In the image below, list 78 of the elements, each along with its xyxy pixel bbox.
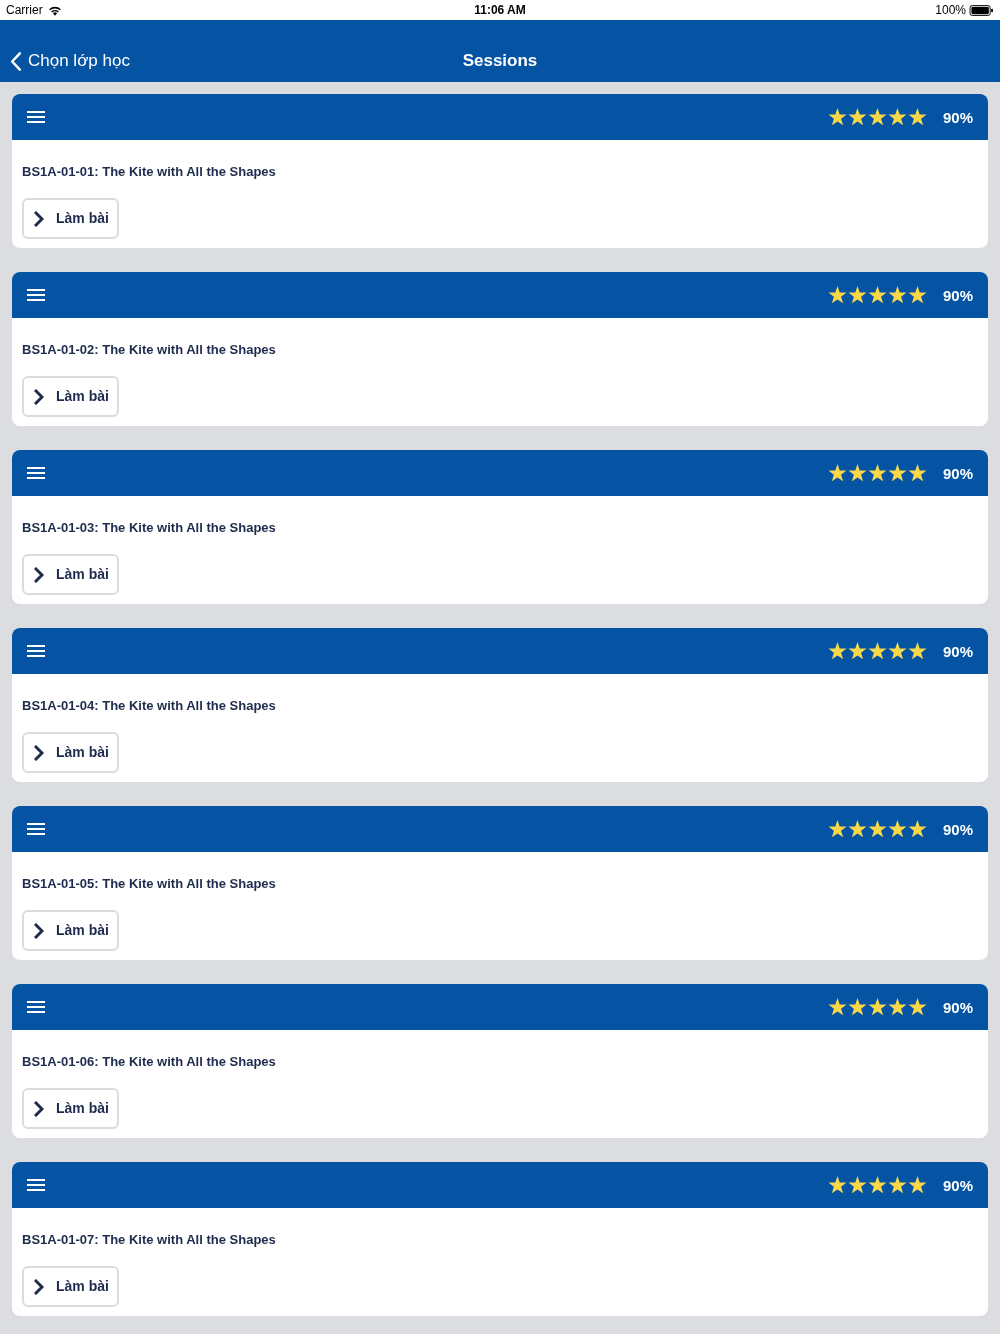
- session-title: BS1A-01-02: The Kite with All the Shapes: [22, 342, 276, 358]
- start-exercise-button[interactable]: Làm bài: [22, 1266, 119, 1307]
- menu-icon[interactable]: [27, 645, 45, 657]
- star-icon: [887, 464, 907, 482]
- star-icon: [887, 642, 907, 660]
- star-icon: [887, 998, 907, 1016]
- session-title: BS1A-01-01: The Kite with All the Shapes: [22, 164, 276, 180]
- session-title: BS1A-01-06: The Kite with All the Shapes: [22, 1054, 276, 1070]
- page-title: Sessions: [462, 51, 538, 71]
- session-title: BS1A-01-03: The Kite with All the Shapes: [22, 520, 276, 536]
- star-icon: [827, 286, 847, 304]
- start-exercise-button[interactable]: Làm bài: [22, 910, 119, 951]
- start-exercise-button[interactable]: Làm bài: [22, 376, 119, 417]
- score-percentage: 90%: [942, 821, 973, 837]
- start-exercise-button[interactable]: Làm bài: [22, 554, 119, 595]
- carrier-label: Carrier: [6, 2, 43, 19]
- score-percentage: 90%: [942, 287, 973, 303]
- star-icon: [827, 998, 847, 1016]
- chevron-right-icon: [34, 744, 44, 761]
- star-icon: [827, 820, 847, 838]
- star-icon: [847, 1176, 867, 1194]
- chevron-right-icon: [34, 1278, 44, 1295]
- menu-icon[interactable]: [27, 823, 45, 835]
- star-icon: [867, 998, 887, 1016]
- star-icon: [867, 286, 887, 304]
- star-icon: [907, 998, 927, 1016]
- battery-icon: [969, 4, 994, 16]
- star-icon: [867, 464, 887, 482]
- session-title: BS1A-01-07: The Kite with All the Shapes: [22, 1232, 276, 1248]
- start-exercise-button[interactable]: Làm bài: [22, 198, 119, 239]
- start-exercise-button[interactable]: Làm bài: [22, 732, 119, 773]
- start-exercise-button[interactable]: Làm bài: [22, 1088, 119, 1129]
- battery-percentage: 100%: [935, 2, 966, 19]
- score-percentage: 90%: [942, 465, 973, 481]
- score-percentage: 90%: [942, 643, 973, 659]
- star-icon: [907, 820, 927, 838]
- star-icon: [907, 642, 927, 660]
- session-title: BS1A-01-04: The Kite with All the Shapes: [22, 698, 276, 714]
- clock-time: 11:06 AM: [474, 2, 526, 19]
- star-icon: [887, 286, 907, 304]
- star-icon: [887, 1176, 907, 1194]
- star-icon: [867, 820, 887, 838]
- star-icon: [847, 998, 867, 1016]
- star-icon: [847, 464, 867, 482]
- star-icon: [907, 108, 927, 126]
- star-icon: [907, 1176, 927, 1194]
- star-icon: [847, 820, 867, 838]
- chevron-right-icon: [34, 210, 44, 227]
- star-icon: [827, 1176, 847, 1194]
- star-icon: [867, 108, 887, 126]
- menu-icon[interactable]: [27, 1179, 45, 1191]
- star-icon: [827, 464, 847, 482]
- back-button[interactable]: Chọn lớp học: [0, 51, 130, 71]
- chevron-right-icon: [34, 566, 44, 583]
- star-icon: [827, 642, 847, 660]
- score-percentage: 90%: [942, 999, 973, 1015]
- star-icon: [887, 820, 907, 838]
- chevron-left-icon: [10, 51, 22, 71]
- star-icon: [887, 108, 907, 126]
- star-icon: [867, 642, 887, 660]
- menu-icon[interactable]: [27, 111, 45, 123]
- menu-icon[interactable]: [27, 1001, 45, 1013]
- star-icon: [867, 1176, 887, 1194]
- chevron-right-icon: [34, 388, 44, 405]
- wifi-icon: [47, 4, 62, 16]
- chevron-right-icon: [34, 1100, 44, 1117]
- score-percentage: 90%: [942, 1177, 973, 1193]
- star-icon: [847, 642, 867, 660]
- star-icon: [827, 108, 847, 126]
- session-title: BS1A-01-05: The Kite with All the Shapes: [22, 876, 276, 892]
- star-icon: [847, 286, 867, 304]
- chevron-right-icon: [34, 922, 44, 939]
- menu-icon[interactable]: [27, 289, 45, 301]
- star-icon: [847, 108, 867, 126]
- score-percentage: 90%: [942, 109, 973, 125]
- star-icon: [907, 464, 927, 482]
- menu-icon[interactable]: [27, 467, 45, 479]
- star-icon: [907, 286, 927, 304]
